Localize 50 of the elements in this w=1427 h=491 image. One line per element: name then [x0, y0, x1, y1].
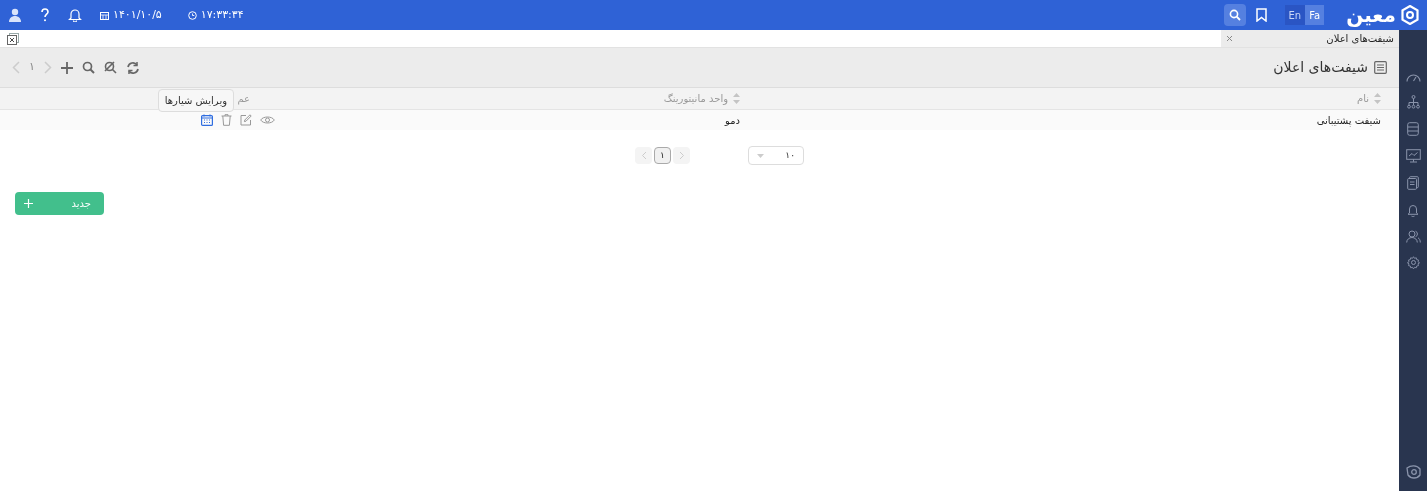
close-icon[interactable]	[1226, 35, 1233, 42]
gauge-icon[interactable]	[1405, 72, 1421, 82]
chevron-left-icon	[640, 151, 647, 160]
page-title: شیفت‌های اعلان	[1273, 58, 1368, 77]
user-icon[interactable]	[8, 8, 22, 22]
page-size-select[interactable]: ۱۰	[748, 146, 804, 165]
settings-icon[interactable]	[1406, 256, 1420, 269]
list-icon	[1374, 61, 1387, 74]
edit-icon[interactable]	[240, 114, 252, 126]
clock-icon	[187, 10, 197, 20]
logo-text: معین	[1346, 5, 1396, 25]
language-button[interactable]: En	[1284, 5, 1306, 25]
column-header: عم	[237, 92, 250, 106]
column-header[interactable]: نام	[1356, 91, 1369, 106]
users-icon[interactable]	[1405, 230, 1421, 243]
search-icon	[1228, 9, 1241, 21]
new-button[interactable]: جدید	[15, 192, 104, 215]
hierarchy-icon[interactable]	[1406, 95, 1420, 109]
tab[interactable]: شیفت‌های اعلان	[1221, 30, 1399, 47]
plus-icon	[24, 199, 33, 208]
calendar-icon	[100, 10, 109, 20]
column-header[interactable]: واحد مانیتورینگ	[663, 91, 728, 106]
help-icon[interactable]	[40, 8, 50, 22]
clear-search-icon[interactable]	[103, 61, 117, 74]
tooltip: ویرایش شیارها	[157, 89, 234, 112]
close-all-icon[interactable]	[7, 32, 19, 45]
clipboard-icon[interactable]	[1407, 176, 1419, 190]
date-text: ۱۴۰۱/۱۰/۵	[113, 6, 162, 23]
trash-icon[interactable]	[221, 114, 232, 126]
calendar-icon[interactable]	[201, 114, 213, 126]
eye-icon[interactable]	[260, 115, 275, 125]
bell-icon[interactable]	[1407, 203, 1419, 217]
time-text: ۱۷:۳۳:۳۴	[200, 6, 244, 23]
add-icon[interactable]	[60, 61, 73, 74]
table-cell-text: دمو	[725, 113, 740, 128]
refresh-icon[interactable]	[125, 60, 140, 75]
database-icon[interactable]	[1407, 122, 1419, 136]
logo-icon[interactable]	[1405, 465, 1421, 479]
page-number: ۱	[29, 59, 35, 76]
search-button[interactable]	[1223, 4, 1246, 26]
chevron-right-icon	[678, 151, 685, 160]
table-cell-text: شیفت پشتیبانی	[1316, 113, 1381, 128]
caret-icon	[757, 153, 764, 158]
bell-icon[interactable]	[68, 8, 82, 22]
search-icon[interactable]	[81, 61, 95, 74]
monitor-icon[interactable]	[1405, 149, 1421, 163]
language-button[interactable]: Fa	[1305, 5, 1325, 25]
logo-icon	[1401, 5, 1419, 25]
bookmark-icon[interactable]	[1255, 8, 1267, 22]
page-button[interactable]: ۱	[654, 147, 671, 164]
